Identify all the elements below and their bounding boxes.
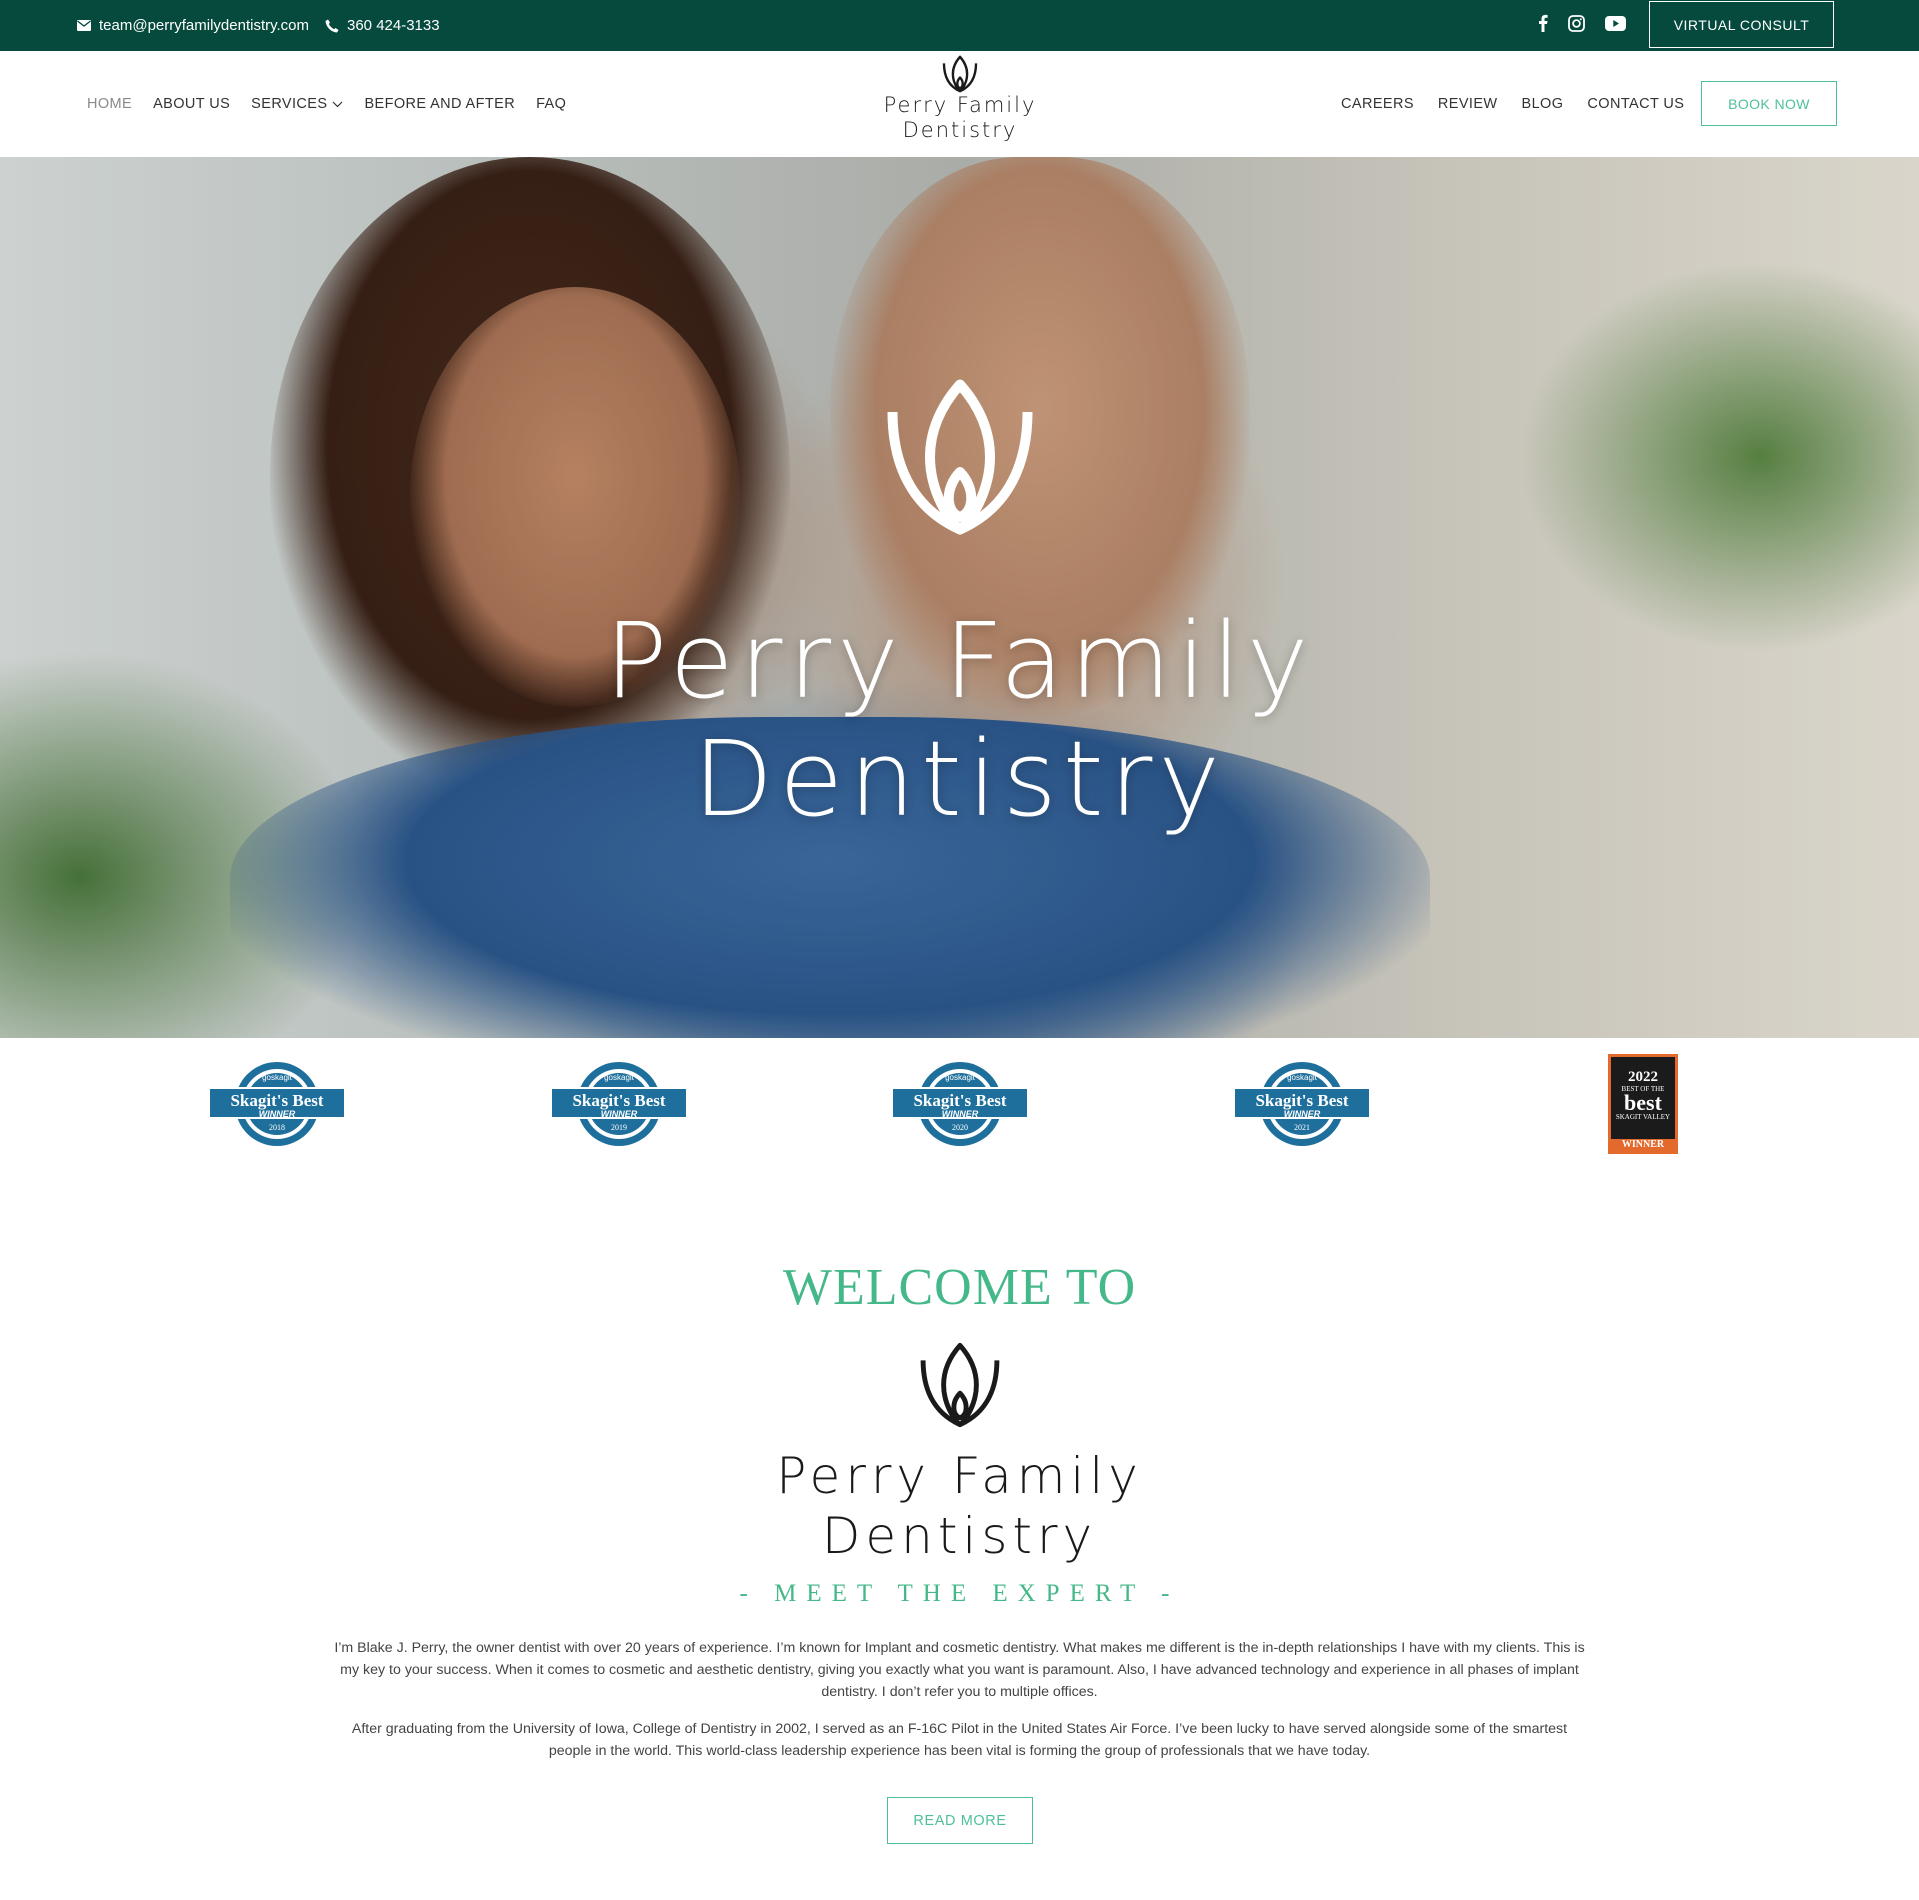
award-2022-year: 2022	[1628, 1069, 1658, 1085]
youtube-icon[interactable]	[1605, 15, 1626, 36]
award-year: 2020	[952, 1123, 968, 1132]
chevron-down-icon	[332, 96, 343, 112]
nav-faq[interactable]: FAQ	[536, 96, 566, 112]
nav-blog[interactable]: BLOG	[1522, 96, 1564, 112]
award-title: Skagit's Best	[572, 1091, 665, 1110]
logo-line1: Perry Family	[883, 93, 1037, 117]
award-brand: goskagit	[262, 1073, 293, 1082]
award-title: Skagit's Best	[913, 1091, 1006, 1110]
awards-strip: goskagit Skagit's Best WINNER 2018 goska…	[0, 1038, 1919, 1168]
primary-nav-right: CAREERS REVIEW BLOG CONTACT US	[1341, 51, 1684, 157]
tulip-logo-icon	[942, 55, 978, 93]
nav-review[interactable]: REVIEW	[1438, 96, 1498, 112]
nav-services-label: SERVICES	[251, 96, 328, 112]
hero-overlay	[0, 157, 1919, 1038]
award-brand: goskagit	[945, 1073, 976, 1082]
welcome-heading: WELCOME TO	[782, 1259, 1137, 1316]
header-logo[interactable]: Perry Family Dentistry	[859, 55, 1061, 155]
read-more-button[interactable]: READ MORE	[887, 1797, 1033, 1844]
phone-link[interactable]: 360 424-3133	[325, 17, 440, 34]
virtual-consult-button[interactable]: VIRTUAL CONSULT	[1649, 1, 1834, 48]
bio-paragraph-2: After graduating from the University of …	[351, 1721, 1568, 1759]
nav-before-and-after[interactable]: BEFORE AND AFTER	[364, 96, 515, 112]
welcome-brand-name: Perry Family Dentistry	[0, 1446, 1919, 1566]
award-badge-2019: goskagit Skagit's Best WINNER 2019	[550, 1062, 688, 1146]
envelope-icon	[77, 20, 91, 31]
award-label: WINNER	[259, 1109, 296, 1119]
phone-text: 360 424-3133	[347, 17, 440, 34]
award-title: Skagit's Best	[1255, 1091, 1348, 1110]
facebook-icon[interactable]	[1538, 14, 1548, 37]
primary-nav-left: HOME ABOUT US SERVICES BEFORE AND AFTER …	[87, 51, 566, 157]
nav-services[interactable]: SERVICES	[251, 96, 343, 112]
award-label: WINNER	[942, 1109, 979, 1119]
top-bar: team@perryfamilydentistry.com 360 424-31…	[0, 0, 1919, 51]
welcome-brand-line2: Dentistry	[821, 1507, 1098, 1565]
logo-line2: Dentistry	[902, 118, 1018, 142]
welcome-brand-line1: Perry Family	[776, 1447, 1143, 1505]
award-badge-2021: goskagit Skagit's Best WINNER 2021	[1233, 1062, 1371, 1146]
nav-careers[interactable]: CAREERS	[1341, 96, 1414, 112]
tulip-logo-icon	[887, 379, 1033, 535]
nav-about-us[interactable]: ABOUT US	[153, 96, 230, 112]
award-badge-2022: 2022 BEST OF THE best SKAGIT VALLEY WINN…	[1608, 1054, 1678, 1154]
hero-banner: Perry Family Dentistry	[0, 157, 1919, 1038]
bio-paragraph-1: I’m Blake J. Perry, the owner dentist wi…	[334, 1640, 1585, 1700]
award-label: WINNER	[1284, 1109, 1321, 1119]
hero-title: Perry Family Dentistry	[0, 602, 1919, 838]
email-text: team@perryfamilydentistry.com	[99, 17, 309, 34]
award-badge-2018: goskagit Skagit's Best WINNER 2018	[208, 1062, 346, 1146]
expert-bio: I’m Blake J. Perry, the owner dentist wi…	[330, 1637, 1589, 1762]
book-now-button[interactable]: BOOK NOW	[1701, 81, 1837, 126]
nav-home[interactable]: HOME	[87, 96, 132, 112]
phone-icon	[325, 19, 339, 33]
award-year: 2021	[1294, 1123, 1310, 1132]
main-header: HOME ABOUT US SERVICES BEFORE AND AFTER …	[0, 51, 1919, 157]
award-year: 2019	[611, 1123, 627, 1132]
award-2022-region: SKAGIT VALLEY	[1615, 1113, 1671, 1121]
social-links	[1538, 0, 1626, 51]
award-title: Skagit's Best	[230, 1091, 323, 1110]
meet-the-expert-heading: - MEET THE EXPERT -	[739, 1580, 1180, 1607]
hero-title-line1: Perry Family	[604, 600, 1315, 722]
tulip-logo-icon	[920, 1342, 1000, 1428]
award-brand: goskagit	[1287, 1073, 1318, 1082]
award-label: WINNER	[601, 1109, 638, 1119]
award-year: 2018	[269, 1123, 285, 1132]
email-link[interactable]: team@perryfamilydentistry.com	[77, 17, 309, 34]
award-badge-2020: goskagit Skagit's Best WINNER 2020	[891, 1062, 1029, 1146]
award-2022-title: best	[1624, 1090, 1662, 1115]
award-brand: goskagit	[604, 1073, 635, 1082]
instagram-icon[interactable]	[1568, 14, 1585, 37]
nav-contact-us[interactable]: CONTACT US	[1587, 96, 1684, 112]
hero-title-line2: Dentistry	[693, 718, 1226, 840]
contact-info: team@perryfamilydentistry.com 360 424-31…	[77, 0, 440, 51]
award-2022-label: WINNER	[1611, 1139, 1675, 1151]
